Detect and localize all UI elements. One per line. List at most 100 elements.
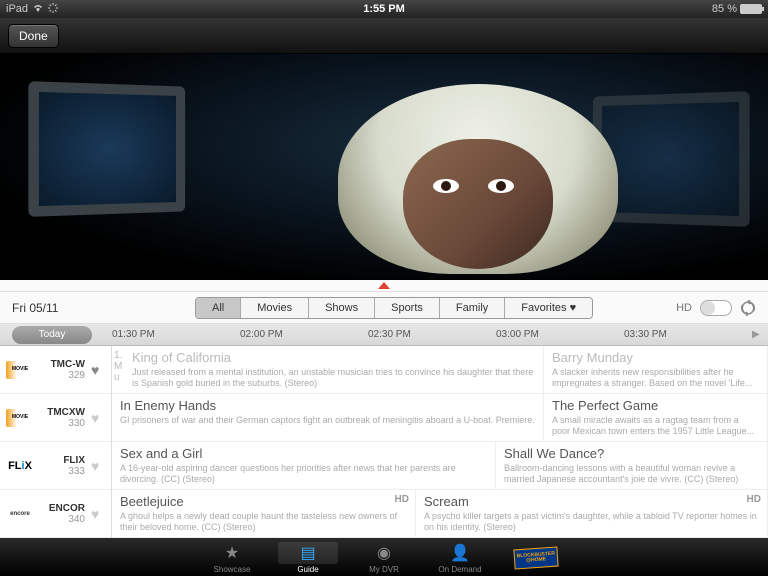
segment-all[interactable]: All (196, 298, 241, 318)
tab-label: Showcase (214, 565, 251, 574)
program-desc: Ballroom-dancing lessons with a beautifu… (504, 463, 759, 485)
channel-name: FLIX (40, 455, 85, 466)
program-row: 1.M u King of California Just released f… (112, 346, 768, 394)
collapse-handle[interactable] (0, 280, 768, 292)
programs-column[interactable]: 1.M u King of California Just released f… (112, 346, 768, 538)
program-row: Sex and a Girl A 16-year-old aspiring da… (112, 442, 768, 490)
date-label: Fri 05/11 (12, 301, 112, 315)
channel-name: TMCXW (40, 407, 85, 418)
battery-icon (740, 4, 762, 14)
channel-logo-flix: FLiX (6, 457, 34, 475)
channel-number: 333 (40, 466, 85, 477)
partial-column: 1.M u (112, 346, 124, 393)
program-desc: A psycho killer targets a past victim's … (424, 511, 759, 533)
program-cell[interactable]: The Perfect Game A small miracle awaits … (544, 394, 768, 441)
star-icon: ★ (225, 543, 239, 563)
program-cell[interactable]: Sex and a Girl A 16-year-old aspiring da… (112, 442, 496, 489)
program-cell[interactable]: HD Beetlejuice A ghoul helps a newly dea… (112, 490, 416, 537)
category-segmented-control: All Movies Shows Sports Family Favorites… (195, 297, 593, 319)
program-desc: A 16-year-old aspiring dancer questions … (120, 463, 487, 485)
channel-number: 340 (40, 514, 85, 525)
program-cell[interactable]: HD Scream A psycho killer targets a past… (416, 490, 768, 537)
blockbuster-icon: BLOCKBUSTER@HOME (513, 546, 558, 569)
program-desc: A small miracle awaits as a ragtag team … (552, 415, 759, 437)
favorite-heart-icon[interactable]: ♥ (91, 458, 105, 474)
program-title: Beetlejuice (120, 494, 407, 509)
channel-cell[interactable]: MOVIE TMCXW330 ♥ (0, 394, 111, 442)
tab-mydvr[interactable]: ◉ My DVR (346, 540, 422, 574)
segment-family[interactable]: Family (440, 298, 505, 318)
channel-logo-encore: encore (6, 505, 34, 523)
hd-badge: HD (747, 494, 761, 505)
dvr-icon: ◉ (377, 543, 391, 563)
program-desc: A slacker inherits new responsibilities … (552, 367, 759, 389)
channel-cell[interactable]: MOVIE TMC-W329 ♥ (0, 346, 111, 394)
segment-favorites[interactable]: Favorites ♥ (505, 298, 592, 318)
video-preview[interactable] (0, 54, 768, 280)
person-icon: 👤 (450, 543, 470, 563)
channel-number: 329 (40, 370, 85, 381)
today-button[interactable]: Today (12, 326, 92, 344)
channels-column: MOVIE TMC-W329 ♥ MOVIE TMCXW330 ♥ FLiX F… (0, 346, 112, 538)
segment-sports[interactable]: Sports (375, 298, 440, 318)
program-title: Scream (424, 494, 759, 509)
tab-bar: ★ Showcase ▤ Guide ◉ My DVR 👤 On Demand … (0, 538, 768, 576)
chevron-up-icon (378, 282, 390, 289)
refresh-icon[interactable] (740, 300, 756, 316)
favorite-heart-icon[interactable]: ♥ (91, 506, 105, 522)
tab-blockbuster[interactable]: BLOCKBUSTER@HOME (498, 545, 574, 570)
program-cell[interactable]: King of California Just released from a … (124, 346, 544, 393)
segment-shows[interactable]: Shows (309, 298, 375, 318)
guide-grid: MOVIE TMC-W329 ♥ MOVIE TMCXW330 ♥ FLiX F… (0, 346, 768, 538)
scroll-right-button[interactable]: ▶ (752, 329, 768, 340)
channel-name: TMC-W (40, 359, 85, 370)
channel-cell[interactable]: encore ENCOR340 ♥ (0, 490, 111, 538)
program-row: In Enemy Hands GI prisoners of war and t… (112, 394, 768, 442)
tab-label: On Demand (438, 565, 481, 574)
program-desc: A ghoul helps a newly dead couple haunt … (120, 511, 407, 533)
filter-bar: Fri 05/11 All Movies Shows Sports Family… (0, 292, 768, 324)
program-title: King of California (132, 350, 535, 365)
done-button[interactable]: Done (8, 24, 59, 48)
program-cell[interactable]: Shall We Dance? Ballroom-dancing lessons… (496, 442, 768, 489)
guide-icon: ▤ (300, 543, 315, 563)
tab-label: My DVR (369, 565, 399, 574)
hd-badge: HD (395, 494, 409, 505)
wifi-icon (32, 3, 44, 16)
time-slot: 02:00 PM (240, 329, 368, 340)
program-desc: GI prisoners of war and their German cap… (120, 415, 535, 426)
status-bar: iPad 1:55 PM 85 % (0, 0, 768, 18)
hd-label: HD (676, 302, 692, 314)
program-title: The Perfect Game (552, 398, 759, 413)
time-slot: 03:30 PM (624, 329, 752, 340)
program-desc: Just released from a mental institution,… (132, 367, 535, 389)
nav-bar: Done (0, 18, 768, 54)
time-header: Today 01:30 PM 02:00 PM 02:30 PM 03:00 P… (0, 324, 768, 346)
channel-number: 330 (40, 418, 85, 429)
program-title: In Enemy Hands (120, 398, 535, 413)
time-slot: 03:00 PM (496, 329, 624, 340)
program-cell[interactable]: Barry Munday A slacker inherits new resp… (544, 346, 768, 393)
favorite-heart-icon[interactable]: ♥ (91, 362, 105, 378)
clock: 1:55 PM (258, 3, 510, 15)
tab-showcase[interactable]: ★ Showcase (194, 540, 270, 574)
time-slot: 01:30 PM (112, 329, 240, 340)
segment-movies[interactable]: Movies (241, 298, 309, 318)
tab-label: Guide (297, 565, 318, 574)
device-label: iPad (6, 3, 28, 15)
channel-logo-tmc: MOVIE (6, 409, 34, 427)
tab-ondemand[interactable]: 👤 On Demand (422, 540, 498, 574)
channel-name: ENCOR (40, 503, 85, 514)
battery-percent: 85 % (712, 3, 737, 15)
program-title: Shall We Dance? (504, 446, 759, 461)
program-cell[interactable]: In Enemy Hands GI prisoners of war and t… (112, 394, 544, 441)
time-slot: 02:30 PM (368, 329, 496, 340)
program-title: Sex and a Girl (120, 446, 487, 461)
hd-toggle[interactable] (700, 300, 732, 316)
program-title: Barry Munday (552, 350, 759, 365)
channel-cell[interactable]: FLiX FLIX333 ♥ (0, 442, 111, 490)
favorite-heart-icon[interactable]: ♥ (91, 410, 105, 426)
loading-spinner-icon (48, 3, 58, 16)
tab-guide[interactable]: ▤ Guide (270, 540, 346, 574)
channel-logo-tmc: MOVIE (6, 361, 34, 379)
